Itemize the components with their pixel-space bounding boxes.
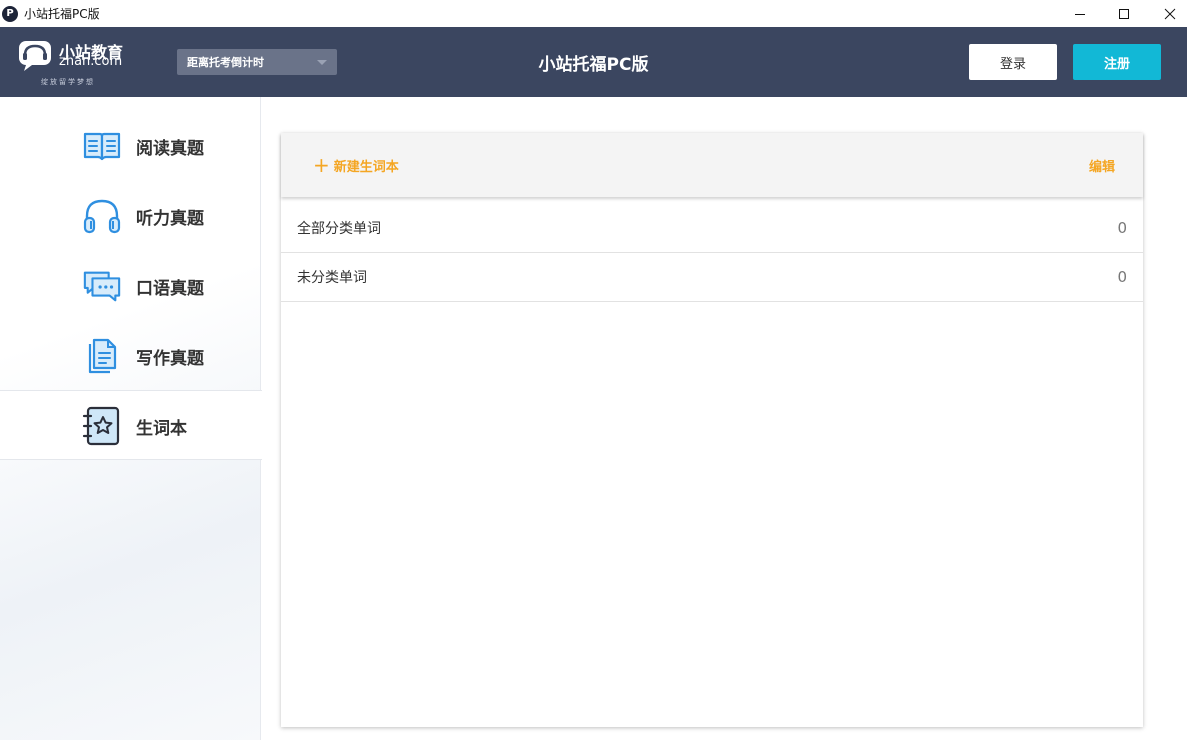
window-titlebar: P 小站托福PC版: [0, 0, 1187, 27]
plus-icon: +: [313, 153, 330, 177]
chat-headset-logo-icon: [19, 41, 51, 71]
document-icon: [82, 336, 122, 376]
vocabulary-panel: + 新建生词本 编辑 全部分类单词 0 未分类单词 0: [281, 133, 1143, 727]
book-icon: [82, 126, 122, 166]
new-vocabulary-book-label: 新建生词本: [333, 159, 399, 175]
brand-domain: zhan.com: [59, 54, 123, 69]
countdown-label: 距离托考倒计时: [187, 56, 264, 69]
list-item-all-words[interactable]: 全部分类单词 0: [281, 204, 1143, 253]
sidebar-item-label: 生词本: [136, 418, 187, 439]
login-button[interactable]: 登录: [969, 44, 1057, 80]
minimize-icon: [1075, 13, 1085, 15]
sidebar-item-listening[interactable]: 听力真题: [0, 181, 261, 251]
maximize-button[interactable]: [1101, 0, 1147, 27]
brand-slogan: 绽放留学梦想: [41, 78, 95, 86]
headphones-icon: [82, 196, 122, 236]
minimize-button[interactable]: [1057, 0, 1103, 27]
app-header: 小站教育 zhan.com 绽放留学梦想 距离托考倒计时 小站托福PC版 登录 …: [0, 27, 1187, 97]
list-item-count: 0: [1117, 268, 1127, 286]
brand-logo[interactable]: 小站教育 zhan.com 绽放留学梦想: [16, 38, 146, 88]
window-title: 小站托福PC版: [24, 7, 100, 21]
close-icon: [1164, 8, 1176, 19]
sidebar-item-label: 阅读真题: [136, 138, 204, 159]
notebook-star-icon: [82, 406, 122, 446]
new-vocabulary-book-button[interactable]: + 新建生词本: [313, 133, 399, 197]
register-button[interactable]: 注册: [1073, 44, 1161, 80]
sidebar-item-vocabulary[interactable]: 生词本: [0, 390, 262, 460]
vocabulary-category-list: 全部分类单词 0 未分类单词 0: [281, 204, 1143, 302]
sidebar-item-writing[interactable]: 写作真题: [0, 321, 261, 391]
chat-bubble-icon: [82, 266, 122, 306]
list-item-label: 未分类单词: [297, 270, 367, 286]
sidebar: 阅读真题 听力真题 口语真题 写作真题 生词本: [0, 97, 262, 740]
list-item-count: 0: [1117, 219, 1127, 237]
list-item-label: 全部分类单词: [297, 221, 381, 237]
edit-button[interactable]: 编辑: [1089, 133, 1115, 197]
sidebar-item-label: 写作真题: [136, 348, 204, 369]
chevron-down-icon: [317, 60, 327, 65]
app-logo-icon: P: [2, 5, 18, 22]
maximize-icon: [1119, 8, 1129, 19]
close-button[interactable]: [1147, 0, 1187, 27]
sidebar-item-reading[interactable]: 阅读真题: [0, 111, 261, 181]
sidebar-item-label: 听力真题: [136, 208, 204, 229]
sidebar-item-speaking[interactable]: 口语真题: [0, 251, 261, 321]
sidebar-item-label: 口语真题: [136, 278, 204, 299]
vocabulary-toolbar: + 新建生词本 编辑: [281, 133, 1143, 197]
exam-countdown-dropdown[interactable]: 距离托考倒计时: [177, 49, 337, 75]
list-item-uncategorized-words[interactable]: 未分类单词 0: [281, 253, 1143, 302]
